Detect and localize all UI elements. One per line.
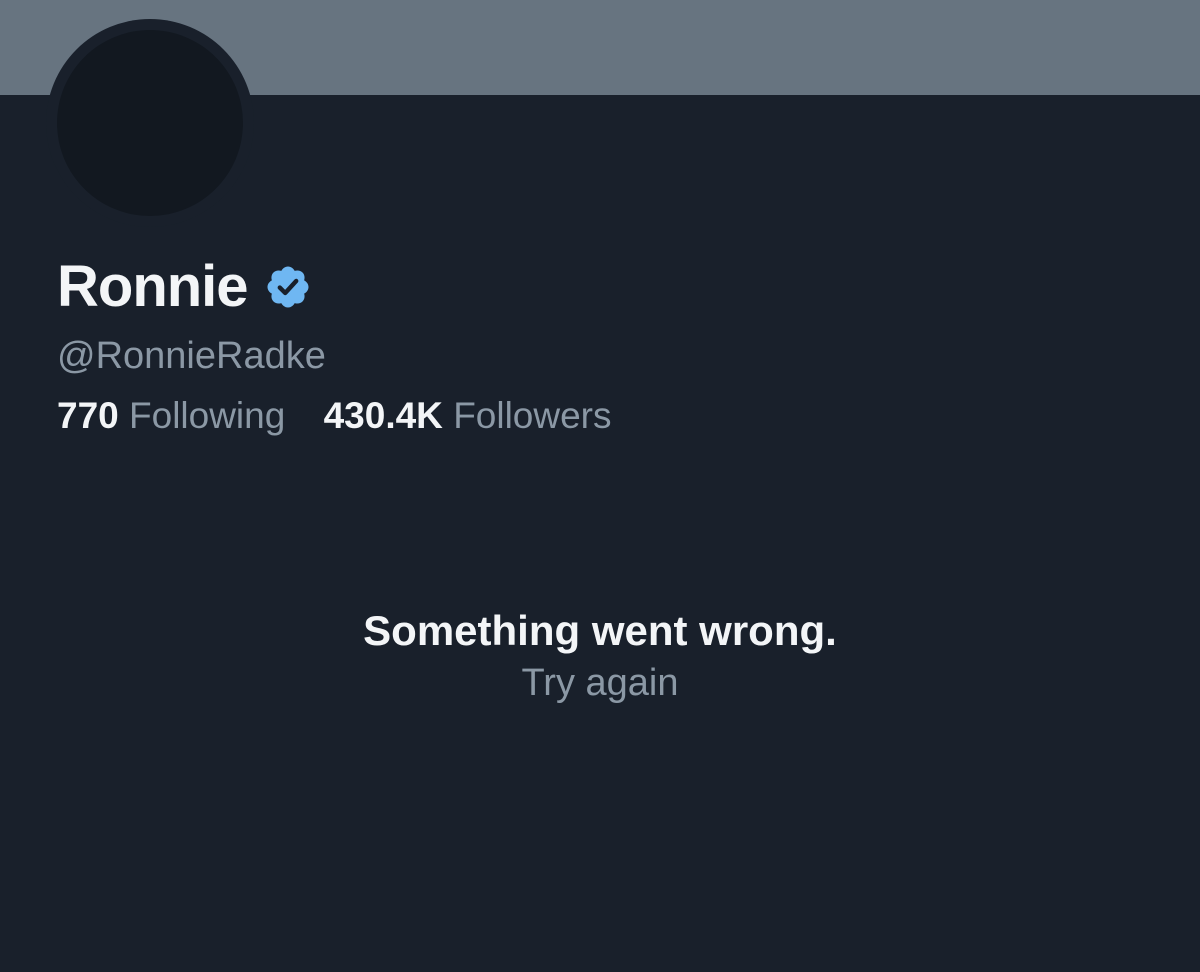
profile-handle: @RonnieRadke [57,335,326,377]
verified-badge-icon[interactable] [264,263,312,311]
error-message: Something went wrong. [363,607,837,654]
followers-link[interactable]: 430.4K Followers [324,393,612,439]
followers-count: 430.4K [323,395,443,436]
followers-label: Followers [453,395,612,436]
avatar[interactable] [57,30,243,216]
try-again-button[interactable]: Try again [0,658,1200,708]
profile-page: Ronnie @RonnieRadke 770 Following 430.4K… [0,0,1200,972]
profile-name-row: Ronnie [57,252,312,322]
following-link[interactable]: 770 Following [57,393,285,439]
following-count: 770 [57,395,119,436]
profile-stats: 770 Following 430.4K Followers [57,393,640,439]
following-label: Following [129,395,286,436]
display-name: Ronnie [57,254,249,319]
